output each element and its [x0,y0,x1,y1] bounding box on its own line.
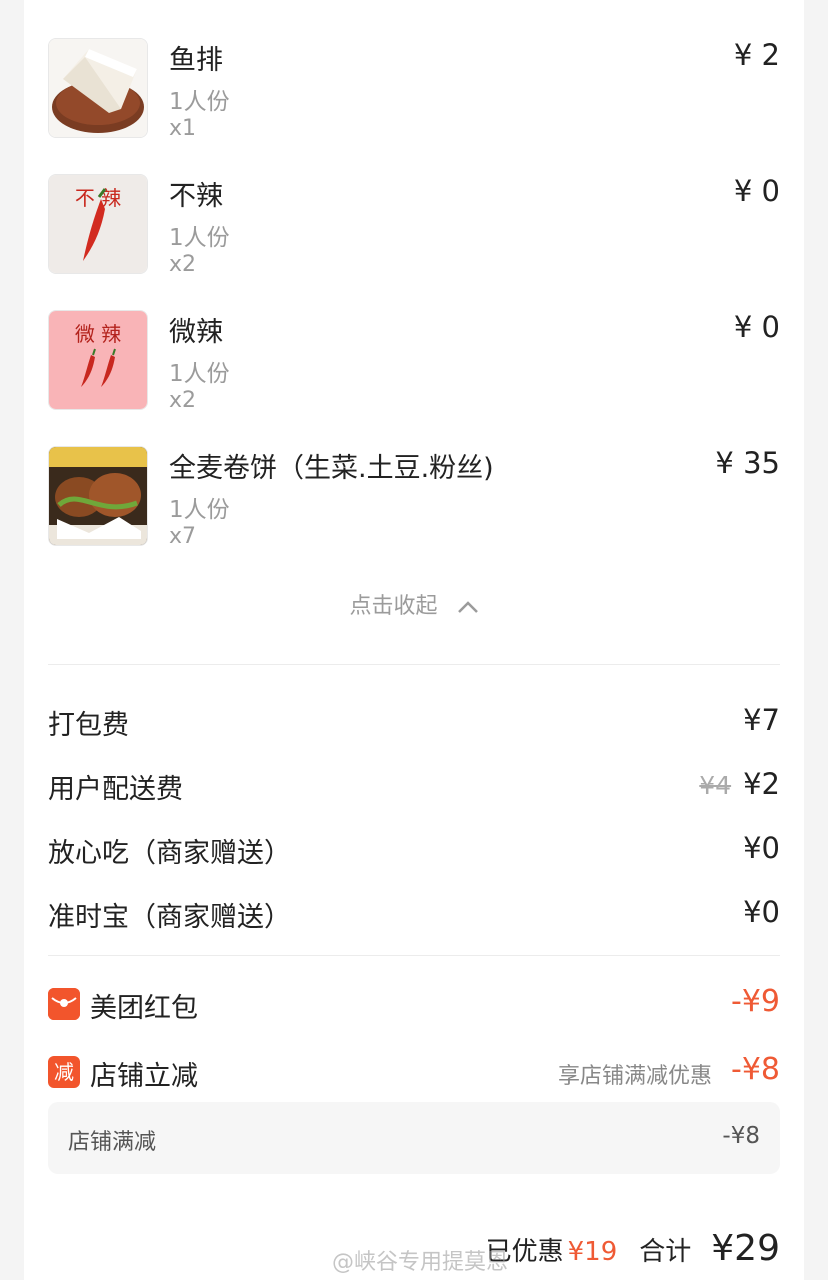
item-quantity: x2 [169,388,197,413]
discount-value: -¥8 [731,1052,780,1087]
item-name: 不辣 [169,181,223,212]
discount-badge-icon: 减 [48,1056,80,1088]
detail-label: 店铺满减 [68,1130,157,1155]
fee-value: ¥7 [743,703,780,737]
discount-label: 美团红包 [90,993,198,1024]
item-price: ¥ 2 [733,38,780,72]
not-spicy-image-text: 不 辣 [75,186,121,210]
fee-label: 用户配送费 [48,774,183,805]
list-item: 鱼排 1人份 x1 ¥ 2 [48,38,780,148]
list-item: 全麦卷饼（生菜.土豆.粉丝) 1人份 x7 ¥ 35 [48,446,780,556]
divider [48,955,780,956]
fee-label: 打包费 [48,710,129,741]
discount-row-red-packet: 美团红包 -¥9 [48,984,780,1028]
fee-value: ¥0 [743,831,780,865]
fee-row-delivery: 用户配送费 ¥4 ¥2 [48,767,780,807]
chevron-up-icon [457,595,479,620]
fee-value-group: ¥4 ¥2 [699,767,780,801]
item-name: 微辣 [169,317,223,348]
item-price: ¥ 0 [733,310,780,344]
wrap-image [48,446,148,546]
item-price: ¥ 0 [733,174,780,208]
order-summary: 已优惠 ¥19 合计 ¥29 [486,1228,780,1278]
discount-row-store: 减 店铺立减 享店铺满减优惠 -¥8 [48,1052,780,1096]
discount-label: 店铺立减 [90,1061,198,1092]
store-discount-detail: 店铺满减 -¥8 [48,1102,780,1174]
item-name: 全麦卷饼（生菜.土豆.粉丝) [169,453,494,484]
item-portion: 1人份 [169,361,230,387]
item-portion: 1人份 [169,497,230,523]
total-amount: ¥29 [711,1228,780,1269]
fee-value: ¥0 [743,895,780,929]
fee-original-value: ¥4 [699,771,732,800]
order-card: 鱼排 1人份 x1 ¥ 2 不 辣 不辣 1人份 x2 ¥ 0 微 辣 微辣 1… [24,0,804,1280]
item-price: ¥ 35 [715,446,780,480]
fee-label: 准时宝（商家赠送） [48,902,291,933]
red-packet-icon [48,988,80,1020]
item-quantity: x2 [169,252,197,277]
divider [48,664,780,665]
list-item: 微 辣 微辣 1人份 x2 ¥ 0 [48,310,780,420]
item-quantity: x1 [169,116,197,141]
item-quantity: x7 [169,524,197,549]
fee-value: ¥2 [743,767,780,801]
fish-fillet-image [48,38,148,138]
mild-spicy-image-text: 微 辣 [75,322,121,346]
detail-value: -¥8 [722,1123,760,1149]
discount-value: -¥9 [731,984,780,1019]
fee-row-on-time: 准时宝（商家赠送） ¥0 [48,895,780,935]
fee-row-food-safety: 放心吃（商家赠送） ¥0 [48,831,780,871]
collapse-label: 点击收起 [349,594,438,619]
saved-amount: ¥19 [567,1237,618,1267]
fee-row-packaging: 打包费 ¥7 [48,703,780,743]
item-portion: 1人份 [169,225,230,251]
total-label: 合计 [639,1237,692,1267]
discount-note: 享店铺满减优惠 [557,1064,712,1089]
watermark: @峡谷专用提莫恩 [332,1250,509,1275]
collapse-toggle[interactable]: 点击收起 [24,588,804,620]
mild-spicy-image: 微 辣 [48,310,148,410]
fee-label: 放心吃（商家赠送） [48,838,291,869]
item-portion: 1人份 [169,89,230,115]
not-spicy-image: 不 辣 [48,174,148,274]
list-item: 不 辣 不辣 1人份 x2 ¥ 0 [48,174,780,284]
item-name: 鱼排 [169,45,223,76]
